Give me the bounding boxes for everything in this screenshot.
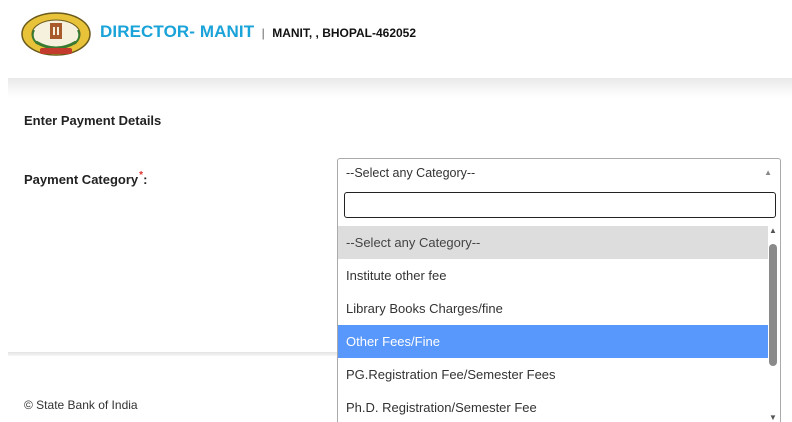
brand-address: MANIT, , BHOPAL-462052	[272, 26, 417, 40]
manit-logo-icon	[21, 12, 91, 56]
label-suffix: :	[143, 172, 148, 187]
scrollbar-thumb[interactable]	[769, 244, 777, 366]
dropdown-search-input[interactable]	[344, 192, 776, 218]
selected-category-value: --Select any Category--	[346, 166, 476, 180]
category-dropdown[interactable]: --Select any Category-- Institute other …	[337, 186, 781, 422]
scroll-up-arrow-icon[interactable]: ▲	[769, 226, 777, 235]
brand: DIRECTOR- MANIT | MANIT, , BHOPAL-462052	[100, 22, 416, 42]
option-other-fees-fine[interactable]: Other Fees/Fine	[338, 325, 768, 358]
footer-copyright: © State Bank of India	[24, 398, 138, 412]
dropdown-search[interactable]	[344, 192, 776, 218]
required-mark: *	[139, 170, 144, 181]
payment-category-label: Payment Category*:	[24, 170, 148, 187]
brand-separator: |	[261, 26, 265, 40]
option-phd-registration-fee[interactable]: Ph.D. Registration/Semester Fee	[338, 391, 768, 422]
footer-divider	[8, 352, 337, 356]
option-institute-other-fee[interactable]: Institute other fee	[338, 259, 768, 292]
section-title: Enter Payment Details	[24, 113, 162, 128]
scroll-down-arrow-icon[interactable]: ▼	[769, 413, 777, 422]
option-library-books-charges[interactable]: Library Books Charges/fine	[338, 292, 768, 325]
dropdown-scrollbar[interactable]: ▲ ▼	[768, 226, 778, 422]
header-divider	[8, 78, 792, 98]
option-pg-registration-fee[interactable]: PG.Registration Fee/Semester Fees	[338, 358, 768, 391]
payment-category-label-text: Payment Category	[24, 172, 139, 187]
option-select-any-category[interactable]: --Select any Category--	[338, 226, 768, 259]
brand-name: DIRECTOR- MANIT	[100, 22, 255, 41]
chevron-up-icon[interactable]: ▲	[764, 168, 772, 177]
category-options-list: --Select any Category-- Institute other …	[338, 226, 768, 422]
header: DIRECTOR- MANIT | MANIT, , BHOPAL-462052	[0, 0, 792, 78]
payment-category-select[interactable]: --Select any Category-- ▲	[337, 158, 781, 186]
